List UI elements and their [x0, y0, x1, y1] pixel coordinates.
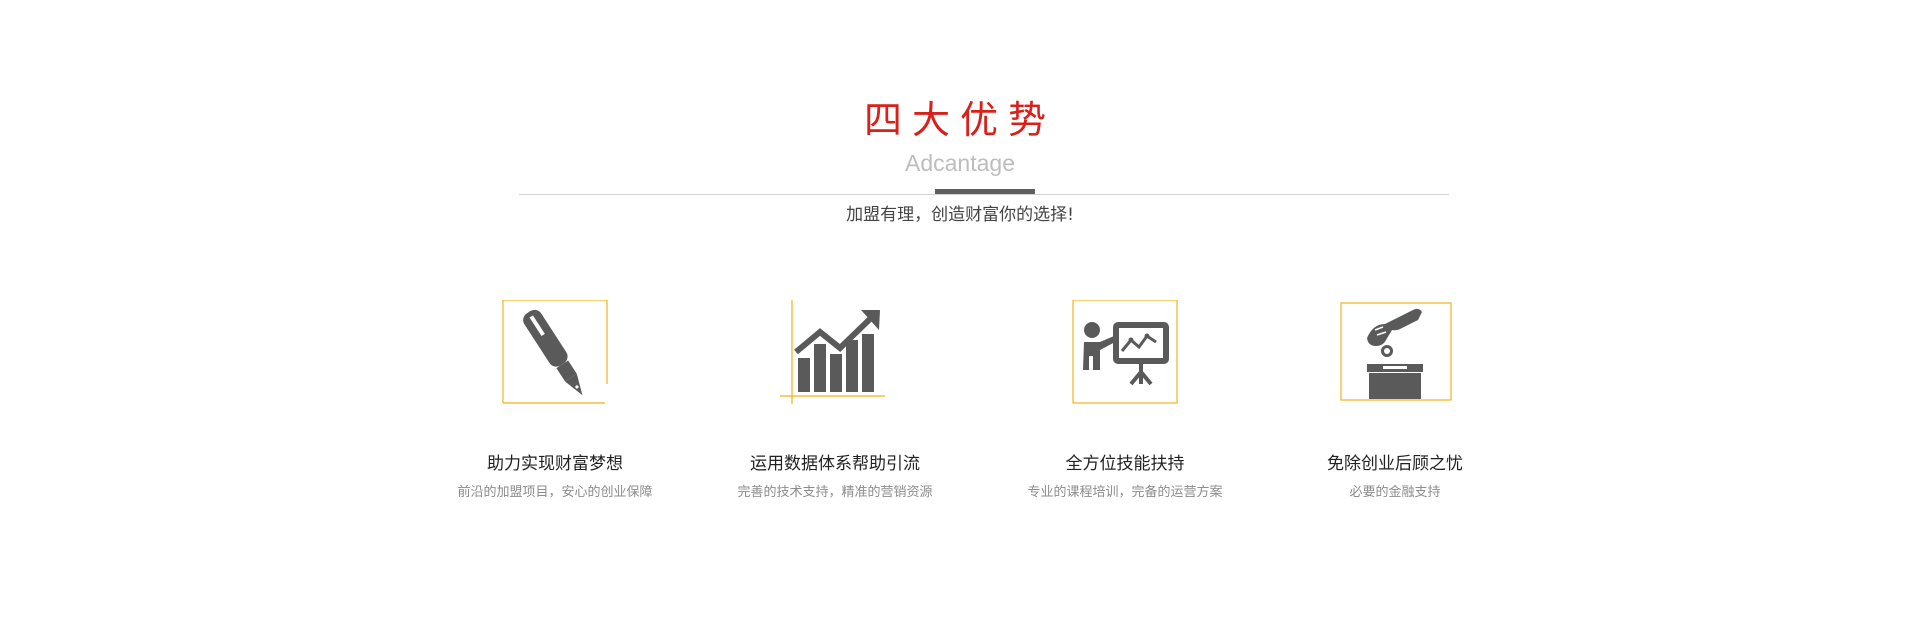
divider-accent [935, 189, 1035, 194]
section-subtitle: Adcantage [905, 150, 1015, 176]
presentation-icon [1065, 300, 1185, 410]
feature-title: 免除创业后顾之忧 [1327, 454, 1463, 474]
feature-description: 完善的技术支持，精准的营销资源 [737, 485, 933, 500]
feature-description: 专业的课程培训，完备的运营方案 [1027, 485, 1223, 500]
feature-card-3: 全方位技能扶持 专业的课程培训，完备的运营方案 [985, 300, 1265, 520]
growth-chart-icon [775, 300, 895, 410]
donation-box-icon [1335, 300, 1455, 410]
divider-line [519, 194, 1449, 195]
feature-title: 全方位技能扶持 [1065, 454, 1185, 474]
feature-card-4: 免除创业后顾之忧 必要的金融支持 [1255, 300, 1535, 520]
feature-title: 运用数据体系帮助引流 [750, 454, 920, 474]
pen-icon [495, 300, 615, 410]
feature-card-2: 运用数据体系帮助引流 完善的技术支持，精准的营销资源 [695, 300, 975, 520]
feature-description: 前沿的加盟项目，安心的创业保障 [457, 485, 653, 500]
feature-card-1: 助力实现财富梦想 前沿的加盟项目，安心的创业保障 [415, 300, 695, 520]
section-tagline: 加盟有理，创造财富你的选择! [846, 205, 1074, 225]
section-title: 四大优势 [863, 98, 1056, 142]
feature-title: 助力实现财富梦想 [487, 454, 623, 474]
feature-description: 必要的金融支持 [1349, 485, 1441, 500]
